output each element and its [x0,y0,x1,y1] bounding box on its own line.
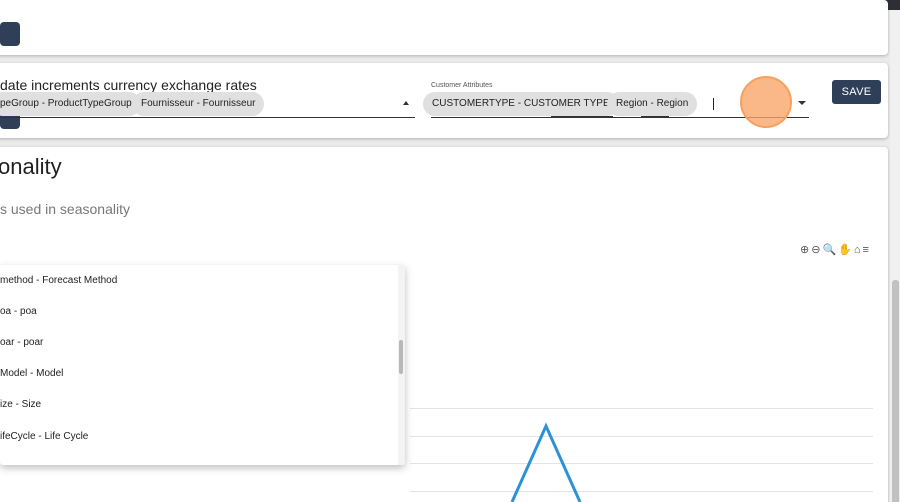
dropdown-option-poa[interactable]: oa - poa [0,296,37,327]
series-line [510,422,582,502]
attributes-dropdown-menu: method - Forecast Method oa - poa oar - … [0,265,405,465]
dropdown-option-life-cycle[interactable]: ifeCycle - Life Cycle [0,421,88,452]
dropdown-option-model[interactable]: Model - Model [0,358,63,389]
page-scroll-thumb[interactable] [892,280,899,502]
dropdown-option-size[interactable]: ize - Size [0,389,41,420]
dropdown-option-poar[interactable]: oar - poar [0,327,43,358]
page-scrollbar[interactable] [890,10,900,502]
dropdown-scroll-thumb[interactable] [399,340,403,374]
dropdown-scrollbar[interactable] [398,265,405,465]
dropdown-option-forecast-method[interactable]: method - Forecast Method [0,265,117,296]
